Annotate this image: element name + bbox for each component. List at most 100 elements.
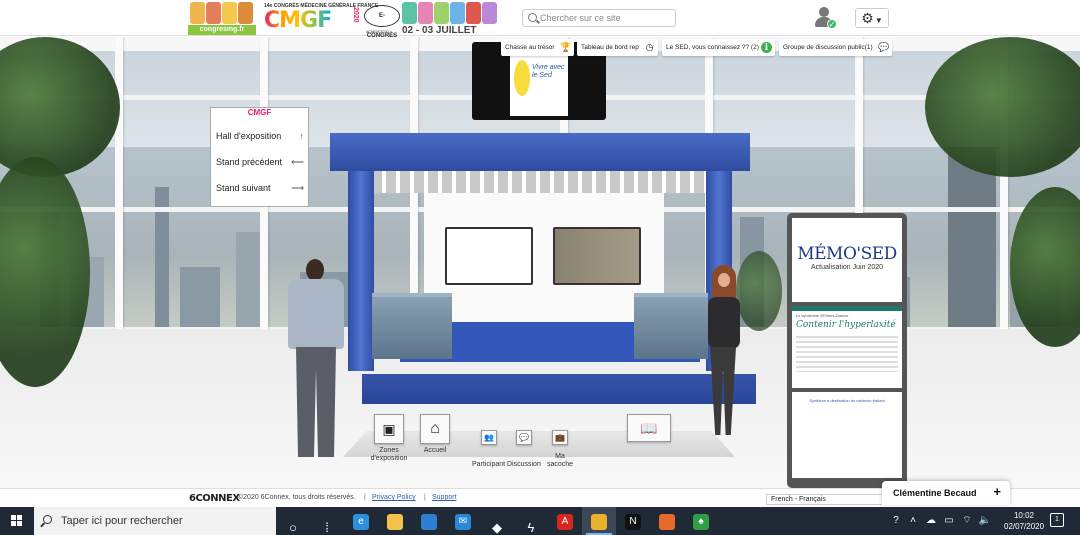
acrobat-icon[interactable]: A <box>548 507 582 535</box>
stand-document-screen[interactable] <box>445 227 533 285</box>
congress-banner[interactable]: congresmg.fr 14e CONGRÈS MÉDECINE GÉNÉRA… <box>188 1 510 39</box>
stand-roof <box>330 133 750 171</box>
site-search[interactable] <box>522 9 676 27</box>
discussion-label: Discussion <box>507 461 541 468</box>
volume-icon[interactable]: 🔈 <box>977 507 993 535</box>
search-input[interactable] <box>540 11 672 25</box>
poster-note: Synthèse à destination du médecin traita… <box>809 398 885 403</box>
site-header: congresmg.fr 14e CONGRÈS MÉDECINE GÉNÉRA… <box>0 0 1080 39</box>
poster-card-heading: Le syndrome d'Ehlers-Danlos <box>796 313 849 318</box>
info-icon: ℹ <box>761 42 772 53</box>
netflix-icon[interactable]: N <box>616 507 650 535</box>
task-view-icon[interactable]: ○ <box>276 507 310 535</box>
zones-icon: ▣ <box>374 414 404 444</box>
stand-navigation-panel: CMGF Hall d'exposition ↑ Stand précédent… <box>210 107 309 207</box>
winamp-icon-glyph: ϟ <box>527 519 535 535</box>
dropbox-icon[interactable]: ◆ <box>480 507 514 535</box>
plus-icon[interactable]: + <box>993 484 1001 499</box>
settings-dropdown-button[interactable]: ⚙▼ <box>855 8 889 28</box>
chevron-up-icon[interactable]: ˄ <box>907 507 919 535</box>
banner-portraits-right <box>402 2 497 24</box>
nav-next-stand-link[interactable]: Stand suivant ⟶ <box>216 183 308 193</box>
house-icon: ⌂ <box>420 414 450 444</box>
acrobat-icon-glyph: A <box>557 513 573 530</box>
edge-icon[interactable]: e <box>344 507 378 535</box>
badge-public-discussion[interactable]: Groupe de discussion public(1) 💬 <box>779 39 892 56</box>
search-icon <box>528 13 537 22</box>
taskbar-search-input[interactable] <box>61 514 261 528</box>
e-congres-badge: E-CONGRÈS <box>364 5 400 39</box>
clock-time: 10:02 <box>1013 511 1035 520</box>
dropbox-icon-glyph: ◆ <box>492 519 502 535</box>
store-icon[interactable] <box>412 507 446 535</box>
nav-hall-link[interactable]: Hall d'exposition ↑ <box>216 131 308 141</box>
winamp-icon[interactable]: ϟ <box>514 507 548 535</box>
language-select[interactable]: French - Français <box>766 494 886 505</box>
caret-down-icon: ▼ <box>874 16 883 25</box>
mail-icon-glyph: ✉ <box>455 513 471 530</box>
privacy-policy-link[interactable]: Privacy Policy <box>372 494 416 501</box>
chat-bubbles-icon: 💬 <box>878 42 890 52</box>
cloud-icon[interactable]: ☁ <box>923 507 939 535</box>
cmgf-logo: CMGF <box>264 8 332 33</box>
windows-start-button[interactable] <box>0 507 34 535</box>
banner-url: congresmg.fr <box>188 25 256 35</box>
timeline-icon[interactable]: ⁞ <box>310 507 344 535</box>
clock-icon: ◷ <box>645 42 654 52</box>
nav-previous-label: Stand précédent <box>216 157 283 167</box>
taskbar-search-box[interactable] <box>34 507 276 535</box>
firefox-icon[interactable] <box>650 507 684 535</box>
file-explorer-icon-glyph <box>387 513 403 530</box>
home-button[interactable]: ⌂ Accueil <box>416 414 454 455</box>
6connex-logo: 6CONNEX <box>189 493 240 504</box>
footer-separator: | <box>364 494 366 501</box>
file-explorer-icon[interactable] <box>378 507 412 535</box>
notification-center-button[interactable]: 1 <box>1050 513 1064 527</box>
virtual-stand-scene: Vivre avec le Sed MÉMO'SED Actualisation… <box>0 37 1080 488</box>
help-icon[interactable]: ? <box>887 507 905 535</box>
participant-button[interactable]: 👥 <box>480 430 498 445</box>
brochure-button[interactable]: 📖 <box>626 414 672 442</box>
user-profile-icon[interactable]: ✓ <box>814 6 838 30</box>
badge-sed-quiz[interactable]: Le SED, vous connaissez ?? (2) ℹ <box>662 39 775 56</box>
chat-contact-name: Clémentine Becaud <box>893 488 977 498</box>
home-label: Accueil <box>423 447 447 454</box>
badge-treasure-hunt-label: Chasse au trésor <box>505 44 555 51</box>
poster-card-title: Contenir l'hyperlaxité <box>796 320 896 330</box>
stand-video-screen[interactable] <box>553 227 641 285</box>
leaf-app-icon[interactable]: ♠ <box>684 507 718 535</box>
participant-label: Participant <box>472 461 506 468</box>
memo-sed-poster[interactable]: MÉMO'SED Actualisation Juin 2020 Le synd… <box>787 213 907 488</box>
hostess-figure <box>700 265 748 437</box>
support-link[interactable]: Support <box>432 494 457 501</box>
zones-button[interactable]: ▣ Zones d'exposition <box>368 414 410 463</box>
banner-year: 2020 <box>352 7 359 23</box>
banner-hashtag: #CMGF2020 <box>366 29 389 34</box>
nav-previous-stand-link[interactable]: Stand précédent ⟵ <box>216 157 308 167</box>
windows-taskbar: ○ ⁞ e ✉ ◆ ϟ A N ♠ ? ˄ ☁ ▭ ⌔ 🔈 10:02 02/07/2020 1 <box>0 507 1080 535</box>
poster-title: MÉMO'SED <box>797 244 897 264</box>
badge-dashboard[interactable]: Tableau de bord rep ◷ <box>577 39 658 56</box>
badge-dashboard-label: Tableau de bord rep <box>581 44 639 51</box>
stand-counter-right <box>634 293 708 359</box>
discussion-button[interactable]: 💬 <box>515 430 533 445</box>
edge-icon-glyph: e <box>353 513 369 530</box>
wifi-icon[interactable]: ⌔ <box>959 507 975 535</box>
gear-icon: ⚙ <box>861 10 874 26</box>
arrow-up-icon: ↑ <box>299 131 305 141</box>
poster-subtitle: Actualisation Juin 2020 <box>811 264 883 271</box>
badge-treasure-hunt[interactable]: Chasse au trésor 🏆 <box>501 39 574 56</box>
mail-icon[interactable]: ✉ <box>446 507 480 535</box>
timeline-icon-glyph: ⁞ <box>325 519 329 535</box>
briefcase-icon: 💼 <box>552 430 568 445</box>
nav-hall-label: Hall d'exposition <box>216 131 282 141</box>
battery-icon[interactable]: ▭ <box>941 507 957 535</box>
footer-copyright: ©2020 6Connex, tous droits réservés. <box>238 494 356 501</box>
nav-panel-logo: CMGF <box>247 108 272 117</box>
chrome-icon[interactable] <box>582 507 616 535</box>
taskbar-clock[interactable]: 10:02 02/07/2020 <box>1004 510 1044 532</box>
bag-button[interactable]: 💼 Ma sacoche <box>545 430 575 469</box>
search-icon <box>43 515 52 524</box>
online-check-icon: ✓ <box>827 19 837 29</box>
chat-window-tab[interactable]: Clémentine Becaud + <box>882 481 1010 505</box>
